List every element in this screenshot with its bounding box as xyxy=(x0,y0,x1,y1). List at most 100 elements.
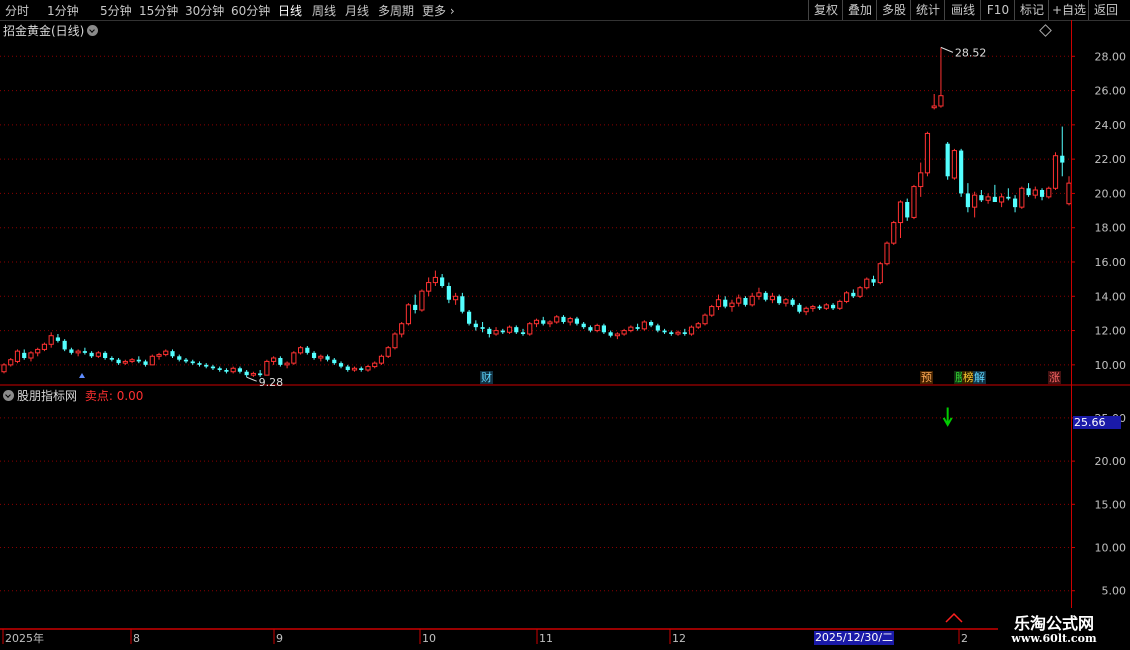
candle-body xyxy=(871,279,876,283)
candle-body xyxy=(959,150,964,194)
candle-body xyxy=(635,327,640,329)
candle-body xyxy=(237,368,243,372)
event-badge-forecast[interactable]: 预 xyxy=(920,371,933,384)
time-tick-label: 8 xyxy=(133,632,140,645)
back-button[interactable]: 返回 xyxy=(1088,0,1123,20)
candle-body xyxy=(938,95,944,107)
time-tick-label: 9 xyxy=(276,632,283,645)
candle-body xyxy=(75,350,81,354)
candle-body xyxy=(823,304,829,309)
price-grid xyxy=(0,55,1071,366)
chevron-down-icon[interactable] xyxy=(87,25,99,36)
tab-30min[interactable]: 30分钟 xyxy=(185,2,224,19)
candle-body xyxy=(338,363,344,367)
candle-body xyxy=(837,300,843,309)
tab-1min[interactable]: 1分钟 xyxy=(47,2,79,19)
price-tick-label: 22.00 xyxy=(1095,153,1127,166)
candle-body xyxy=(278,358,283,365)
tab-daily[interactable]: 日线 xyxy=(278,2,302,19)
time-tick-label: 10 xyxy=(422,632,436,645)
price-axis: 10.00 12.00 14.00 16.00 18.00 20.00 22.00 24.00… xyxy=(1071,50,1126,372)
tab-monthly[interactable]: 月线 xyxy=(345,2,369,19)
candle-body xyxy=(473,323,478,328)
main-panel-title: 招金黄金(日线) xyxy=(3,22,99,39)
candle-body xyxy=(864,278,870,289)
tab-weekly[interactable]: 周线 xyxy=(312,2,336,19)
candle-body xyxy=(945,143,950,177)
price-tick-label: 16.00 xyxy=(1095,256,1127,269)
candle-body xyxy=(487,328,492,334)
candle-body xyxy=(163,350,169,356)
indicator-current-value: 25.66 xyxy=(1074,416,1106,429)
candle-body xyxy=(385,347,391,357)
candle-body xyxy=(972,194,978,208)
restore-rights-button[interactable]: 复权 xyxy=(808,0,843,20)
candle-body xyxy=(318,355,324,359)
kline-chart-area[interactable]: 10.00 12.00 14.00 16.00 18.00 20.00 22.00 24.00… xyxy=(0,20,1130,650)
candle-body xyxy=(797,304,802,312)
candle-body xyxy=(204,364,209,367)
candle-body xyxy=(345,366,350,370)
event-badge-rise[interactable]: 涨 xyxy=(1048,371,1061,384)
indicator-tick-label: 15.00 xyxy=(1095,498,1127,511)
candle-body xyxy=(22,352,27,358)
mark-button[interactable]: 标记 xyxy=(1014,0,1049,20)
candle-body xyxy=(884,242,890,265)
candle-body xyxy=(271,357,277,362)
candle-body xyxy=(924,132,931,174)
tab-5min[interactable]: 5分钟 xyxy=(100,2,132,19)
indicator-tick-label: 20.00 xyxy=(1095,455,1127,468)
candle-body xyxy=(149,355,155,366)
candle-body xyxy=(122,360,128,364)
candle-body xyxy=(372,362,378,368)
event-badge-finance[interactable]: 财 xyxy=(480,371,493,384)
candle-body xyxy=(297,347,304,354)
candle-body xyxy=(803,307,809,313)
event-badge-unlock[interactable]: 解 xyxy=(973,371,986,384)
tab-15min[interactable]: 15分钟 xyxy=(139,2,178,19)
add-watchlist-button[interactable]: +自选 xyxy=(1048,0,1089,20)
draw-line-button[interactable]: 画线 xyxy=(944,0,981,20)
candle-body xyxy=(8,359,14,366)
candle-body xyxy=(695,323,701,328)
candle-body xyxy=(931,105,937,109)
candle-body xyxy=(891,222,897,244)
candle-body xyxy=(783,299,789,304)
candle-body xyxy=(877,263,883,284)
stock-title: 招金黄金(日线) xyxy=(3,24,85,38)
candle-body xyxy=(440,277,445,286)
candle-body xyxy=(493,330,499,335)
candle-body xyxy=(709,306,715,316)
f10-button[interactable]: F10 xyxy=(980,0,1015,20)
indicator-panel-title: 股朋指标网 卖点: 0.00 xyxy=(3,387,143,404)
candle-body xyxy=(41,343,48,350)
candle-body xyxy=(405,304,412,325)
candle-body xyxy=(82,351,87,353)
candle-body xyxy=(446,286,451,300)
candle-body xyxy=(547,321,553,325)
candle-body xyxy=(55,337,61,341)
candle-body xyxy=(554,316,560,323)
candle-body xyxy=(48,335,54,345)
chevron-down-icon[interactable] xyxy=(3,390,14,401)
candle-body xyxy=(641,321,647,330)
candle-body xyxy=(985,196,991,201)
tab-more[interactable]: 更多 › xyxy=(422,2,455,19)
candle-body xyxy=(736,297,742,304)
candle-body xyxy=(419,290,425,311)
tab-multi-period[interactable]: 多周期 xyxy=(378,2,414,19)
candle-body xyxy=(250,372,256,376)
statistics-button[interactable]: 统计 xyxy=(910,0,945,20)
tab-intraday[interactable]: 分时 xyxy=(5,2,29,19)
peak-pointer xyxy=(940,46,954,53)
overlay-button[interactable]: 叠加 xyxy=(842,0,877,20)
tab-60min[interactable]: 60分钟 xyxy=(231,2,270,19)
tab-more-label: 更多 xyxy=(422,4,447,18)
candle-body xyxy=(662,330,667,333)
signal-chevron-icon xyxy=(945,612,963,623)
candle-body xyxy=(480,327,485,329)
multi-stock-button[interactable]: 多股 xyxy=(876,0,911,20)
candle-body xyxy=(514,327,519,333)
indicator-current-value-tag: 25.66 xyxy=(1073,416,1121,429)
candle-body xyxy=(992,196,997,202)
